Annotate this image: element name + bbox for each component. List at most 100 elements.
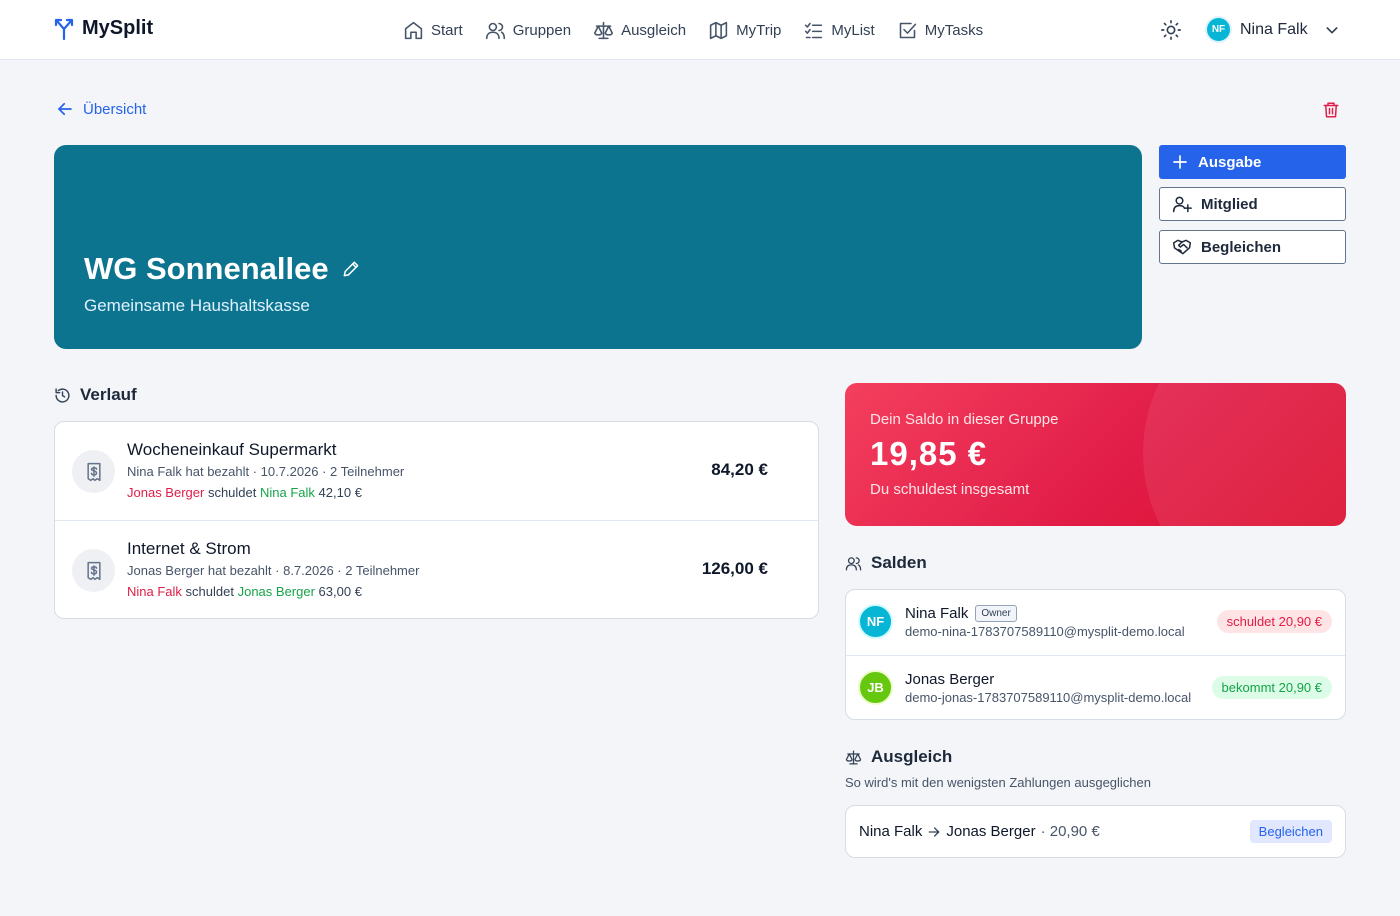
history-heading: Verlauf <box>54 385 137 405</box>
debtor-name: Jonas Berger <box>127 485 205 500</box>
receipt-icon <box>72 549 115 592</box>
receipt-icon <box>72 450 115 493</box>
nav-label: Start <box>431 21 463 39</box>
section-title: Salden <box>871 553 927 572</box>
chevron-down-icon <box>1326 26 1338 33</box>
split-icon <box>54 18 74 40</box>
nav-item-mytasks[interactable]: MyTasks <box>897 17 983 43</box>
debt-verb: schuldet <box>207 485 257 500</box>
plus-icon <box>1173 155 1187 169</box>
pencil-icon[interactable] <box>341 259 361 279</box>
settle-button[interactable]: Begleichen <box>1159 230 1346 264</box>
settlement-amount: · 20,90 € <box>1040 823 1100 840</box>
nav-item-mylist[interactable]: MyList <box>803 17 875 43</box>
owner-badge: Owner <box>975 605 1017 622</box>
user-plus-icon <box>1172 196 1192 213</box>
debt-amount: 63,00 € <box>318 584 362 599</box>
settlement-text: Nina Falk Jonas Berger · 20,90 € <box>859 823 1100 840</box>
creditor-name: Jonas Berger <box>237 584 315 599</box>
trash-icon[interactable] <box>1322 101 1340 119</box>
member-email: demo-nina-1783707589110@mysplit-demo.loc… <box>905 624 1185 639</box>
expense-amount: 126,00 € <box>701 559 768 578</box>
balance-subtitle: Du schuldest insgesamt <box>870 481 1030 498</box>
back-label: Übersicht <box>83 100 147 118</box>
add-expense-button[interactable]: Ausgabe <box>1159 145 1346 179</box>
home-icon <box>404 21 423 39</box>
sun-icon[interactable] <box>1160 19 1182 41</box>
balance-card: Dein Saldo in dieser Gruppe 19,85 € Du s… <box>845 383 1346 526</box>
expense-list: Wocheneinkauf Supermarkt Nina Falk hat b… <box>54 421 819 619</box>
users-icon <box>845 556 862 571</box>
users-icon <box>485 22 505 39</box>
settle-payment-button[interactable]: Begleichen <box>1249 820 1332 843</box>
status-badge: schuldet 20,90 € <box>1216 610 1332 633</box>
expense-title: Wocheneinkauf Supermarkt <box>127 440 337 459</box>
avatar: NF <box>858 604 893 639</box>
payee-name: Jonas Berger <box>946 823 1036 840</box>
nav-label: MyList <box>831 21 875 39</box>
debtor-name: Nina Falk <box>127 584 182 599</box>
scale-icon <box>845 749 862 765</box>
nav-label: Ausgleich <box>621 21 687 39</box>
button-label: Ausgabe <box>1198 153 1262 171</box>
expense-amount: 84,20 € <box>711 460 768 479</box>
button-label: Begleichen <box>1201 238 1282 256</box>
balance-value: 19,85 € <box>870 435 988 472</box>
expense-debt: Jonas Berger schuldet Nina Falk 42,10 € <box>127 485 362 500</box>
members-list: NF Nina Falk Owner demo-nina-17837075891… <box>845 589 1346 720</box>
section-title: Ausgleich <box>871 747 953 766</box>
nav-item-gruppen[interactable]: Gruppen <box>485 17 571 43</box>
member-name: Jonas Berger <box>905 671 994 688</box>
list-item[interactable]: Wocheneinkauf Supermarkt Nina Falk hat b… <box>55 422 818 520</box>
list-item[interactable]: JB Jonas Berger demo-jonas-1783707589110… <box>846 655 1345 720</box>
creditor-name: Nina Falk <box>260 485 315 500</box>
members-heading: Salden <box>845 553 927 573</box>
list-item[interactable]: Internet & Strom Jonas Berger hat bezahl… <box>55 520 818 618</box>
button-label: Mitglied <box>1201 195 1258 213</box>
nav-label: Gruppen <box>512 21 572 39</box>
group-header-card: WG Sonnenallee Gemeinsame Haushaltskasse <box>54 145 1142 349</box>
group-subtitle: Gemeinsame Haushaltskasse <box>84 296 310 315</box>
nav-item-start[interactable]: Start <box>403 17 463 43</box>
history-icon <box>55 387 70 403</box>
section-title: Verlauf <box>80 385 137 404</box>
avatar: NF <box>1205 16 1232 43</box>
expense-meta: Nina Falk hat bezahlt · 10.7.2026 · 2 Te… <box>127 464 405 479</box>
expense-title: Internet & Strom <box>127 539 251 558</box>
main-nav: Start Gruppen Ausgleich MyTrip MyList My… <box>403 17 983 43</box>
debt-verb: schuldet <box>185 584 234 599</box>
settlement-subtitle: So wird's mit den wenigsten Zahlungen au… <box>845 775 1152 790</box>
settlement-heading: Ausgleich <box>845 747 952 767</box>
user-name: Nina Falk <box>1240 20 1308 38</box>
checklist-icon <box>805 22 823 38</box>
handshake-icon <box>1172 239 1192 255</box>
member-name: Nina Falk Owner <box>905 605 1017 622</box>
arrow-right-icon <box>929 826 940 837</box>
expense-meta: Jonas Berger hat bezahlt · 8.7.2026 · 2 … <box>127 563 420 578</box>
arrow-left-icon <box>58 102 72 116</box>
settlement-row: Nina Falk Jonas Berger · 20,90 € Begleic… <box>845 805 1346 858</box>
status-badge: bekommt 20,90 € <box>1211 676 1332 699</box>
nav-label: MyTasks <box>924 21 984 39</box>
top-navigation-bar: MySplit Start Gruppen Ausgleich MyTrip M… <box>0 0 1400 60</box>
balance-label: Dein Saldo in dieser Gruppe <box>870 411 1059 428</box>
decorative-circle <box>1143 383 1346 526</box>
payer-name: Nina Falk <box>859 823 923 840</box>
nav-item-ausgleich[interactable]: Ausgleich <box>593 17 686 43</box>
brand-name: MySplit <box>82 17 154 39</box>
nav-item-mytrip[interactable]: MyTrip <box>708 17 781 43</box>
map-icon <box>709 21 728 39</box>
add-member-button[interactable]: Mitglied <box>1159 187 1346 221</box>
user-menu[interactable]: NF Nina Falk <box>1205 16 1340 43</box>
nav-label: MyTrip <box>736 21 782 39</box>
brand-logo[interactable]: MySplit <box>54 17 153 40</box>
checkbox-icon <box>899 22 916 38</box>
scale-icon <box>594 21 614 39</box>
member-email: demo-jonas-1783707589110@mysplit-demo.lo… <box>905 690 1192 705</box>
member-name-text: Jonas Berger <box>905 671 995 688</box>
expense-debt: Nina Falk schuldet Jonas Berger 63,00 € <box>127 584 362 599</box>
back-link[interactable]: Übersicht <box>56 100 146 118</box>
list-item[interactable]: NF Nina Falk Owner demo-nina-17837075891… <box>846 590 1345 655</box>
member-name-text: Nina Falk <box>905 605 969 622</box>
page-title: WG Sonnenallee <box>84 251 329 286</box>
